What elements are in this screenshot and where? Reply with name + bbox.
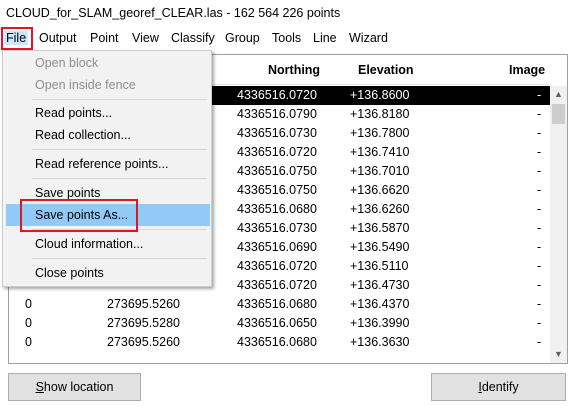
menu-separator — [32, 149, 207, 150]
menu-item-read-reference-points[interactable]: Read reference points... — [6, 153, 210, 175]
menu-item-save-points-as[interactable]: Save points As... — [6, 204, 210, 226]
header-northing[interactable]: Northing — [268, 63, 320, 77]
menu-item-open-block: Open block — [35, 56, 99, 70]
table-row[interactable]: 0 273695.5280 4336516.0650 +136.3990 - — [9, 314, 551, 333]
identify-button[interactable]: Identify — [431, 373, 566, 401]
menu-bar: File Output Point View Classify Group To… — [0, 28, 575, 50]
scroll-thumb[interactable] — [552, 104, 565, 124]
scroll-up-arrow-icon[interactable]: ▲ — [550, 86, 567, 103]
menu-item-save-points[interactable]: Save points — [6, 182, 210, 204]
menu-separator — [32, 178, 207, 179]
menu-wizard[interactable]: Wizard — [347, 31, 390, 45]
menu-item-cloud-information[interactable]: Cloud information... — [6, 233, 210, 255]
table-row[interactable]: 0 273695.5260 4336516.0680 +136.4370 - — [9, 295, 551, 314]
window-title: CLOUD_for_SLAM_georef_CLEAR.las - 162 56… — [6, 6, 341, 20]
menu-item-open-inside-fence: Open inside fence — [35, 78, 136, 92]
menu-line[interactable]: Line — [311, 31, 339, 45]
scroll-down-arrow-icon[interactable]: ▼ — [550, 346, 567, 363]
menu-file[interactable]: File — [4, 31, 29, 45]
menu-classify[interactable]: Classify — [169, 31, 217, 45]
menu-item-close-points[interactable]: Close points — [6, 262, 210, 284]
menu-separator — [32, 229, 207, 230]
menu-separator — [32, 99, 207, 100]
menu-item-read-points[interactable]: Read points... — [6, 102, 210, 124]
file-dropdown-menu: Open block Open inside fence Read points… — [2, 50, 212, 287]
menu-item-read-collection[interactable]: Read collection... — [6, 124, 210, 146]
vertical-scrollbar[interactable]: ▲ ▼ — [550, 86, 567, 363]
table-row[interactable]: 0 273695.5260 4336516.0680 +136.3630 - — [9, 333, 551, 352]
title-bar: CLOUD_for_SLAM_georef_CLEAR.las - 162 56… — [0, 0, 575, 28]
menu-point[interactable]: Point — [88, 31, 121, 45]
menu-group[interactable]: Group — [223, 31, 262, 45]
menu-view[interactable]: View — [130, 31, 161, 45]
menu-separator — [32, 258, 207, 259]
menu-tools[interactable]: Tools — [270, 31, 303, 45]
header-elevation[interactable]: Elevation — [358, 63, 414, 77]
menu-output[interactable]: Output — [37, 31, 79, 45]
show-location-button[interactable]: Show location — [8, 373, 141, 401]
header-image[interactable]: Image — [509, 63, 545, 77]
